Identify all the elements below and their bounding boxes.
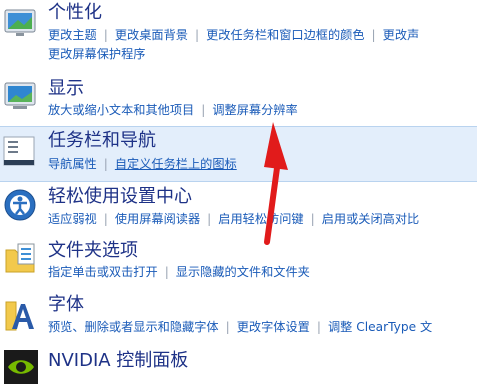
customize-taskbar-icons-link[interactable]: 自定义任务栏上的图标 — [115, 157, 237, 171]
display-icon[interactable] — [2, 78, 40, 116]
high-contrast-link[interactable]: 启用或关闭高对比 — [322, 212, 420, 226]
link-separator: | — [194, 28, 200, 42]
category-folder-options: 文件夹选项 指定单击或双击打开 | 显示隐藏的文件和文件夹 — [0, 238, 477, 290]
link-separator: | — [103, 157, 108, 171]
single-double-click-link[interactable]: 指定单击或双击打开 — [48, 265, 158, 279]
display-title[interactable]: 显示 — [48, 78, 84, 100]
nvidia-control-panel-title[interactable]: NVIDIA 控制面板 — [48, 350, 188, 372]
category-personalization: 个性化 更改主题 | 更改桌面背景 | 更改任务栏和窗口边框的颜色 | 更改声 更改屏幕保护… — [0, 0, 477, 70]
personalization-title[interactable]: 个性化 — [48, 2, 102, 24]
link-separator: | — [225, 320, 230, 334]
change-screensaver-link[interactable]: 更改屏幕保护程序 — [48, 47, 146, 61]
change-theme-link[interactable]: 更改主题 — [48, 28, 97, 42]
adjust-resolution-link[interactable]: 调整屏幕分辨率 — [212, 103, 297, 117]
category-ease-of-access: 轻松使用设置中心 适应弱视 | 使用屏幕阅读器 | 启用轻松访问键 | 启用或关闭高对比 — [0, 184, 477, 234]
low-vision-link[interactable]: 适应弱视 — [48, 212, 97, 226]
change-desktop-background-link[interactable]: 更改桌面背景 — [115, 28, 188, 42]
category-taskbar-navigation[interactable]: 任务栏和导航 导航属性 | 自定义任务栏上的图标 — [0, 126, 477, 182]
screen-reader-link[interactable]: 使用屏幕阅读器 — [115, 212, 200, 226]
adjust-cleartype-link[interactable]: 调整 ClearType 文 — [328, 320, 432, 334]
personalization-links-line2: 更改屏幕保护程序 — [48, 46, 146, 62]
link-separator: | — [103, 28, 108, 42]
category-display: 显示 放大或缩小文本和其他项目 | 调整屏幕分辨率 — [0, 74, 477, 124]
link-separator: | — [164, 265, 169, 279]
folder-options-title[interactable]: 文件夹选项 — [48, 240, 138, 262]
ease-of-access-keys-link[interactable]: 启用轻松访问键 — [218, 212, 303, 226]
zoom-text-link[interactable]: 放大或缩小文本和其他项目 — [48, 103, 194, 117]
change-sounds-link[interactable]: 更改声 — [383, 28, 420, 42]
taskbar-navigation-title[interactable]: 任务栏和导航 — [48, 130, 156, 152]
fonts-icon[interactable] — [2, 296, 40, 334]
taskbar-icon[interactable] — [2, 133, 40, 171]
link-separator: | — [103, 212, 108, 226]
link-separator: | — [316, 320, 321, 334]
ease-of-access-icon[interactable] — [2, 186, 40, 224]
navigation-properties-link[interactable]: 导航属性 — [48, 157, 97, 171]
ease-of-access-title[interactable]: 轻松使用设置中心 — [48, 186, 192, 208]
ease-of-access-links: 适应弱视 | 使用屏幕阅读器 | 启用轻松访问键 | 启用或关闭高对比 — [48, 211, 419, 227]
taskbar-navigation-links: 导航属性 | 自定义任务栏上的图标 — [48, 156, 237, 172]
category-nvidia-control-panel: NVIDIA 控制面板 — [0, 344, 477, 386]
preview-delete-fonts-link[interactable]: 预览、删除或者显示和隐藏字体 — [48, 320, 219, 334]
personalization-links: 更改主题 | 更改桌面背景 | 更改任务栏和窗口边框的颜色 | 更改声 — [48, 27, 419, 43]
folder-options-icon[interactable] — [2, 240, 40, 278]
show-hidden-files-link[interactable]: 显示隐藏的文件和文件夹 — [176, 265, 310, 279]
folder-options-links: 指定单击或双击打开 | 显示隐藏的文件和文件夹 — [48, 264, 310, 280]
change-font-settings-link[interactable]: 更改字体设置 — [237, 320, 310, 334]
link-separator: | — [201, 103, 206, 117]
nvidia-icon[interactable] — [2, 348, 40, 386]
fonts-title[interactable]: 字体 — [48, 294, 84, 316]
change-taskbar-color-link[interactable]: 更改任务栏和窗口边框的颜色 — [206, 28, 364, 42]
link-separator: | — [310, 212, 315, 226]
link-separator: | — [207, 212, 212, 226]
personalization-icon[interactable] — [2, 4, 40, 42]
fonts-links: 预览、删除或者显示和隐藏字体 | 更改字体设置 | 调整 ClearType 文 — [48, 319, 432, 335]
category-fonts: 字体 预览、删除或者显示和隐藏字体 | 更改字体设置 | 调整 ClearType 文 — [0, 292, 477, 344]
link-separator: | — [371, 28, 376, 42]
display-links: 放大或缩小文本和其他项目 | 调整屏幕分辨率 — [48, 102, 298, 118]
